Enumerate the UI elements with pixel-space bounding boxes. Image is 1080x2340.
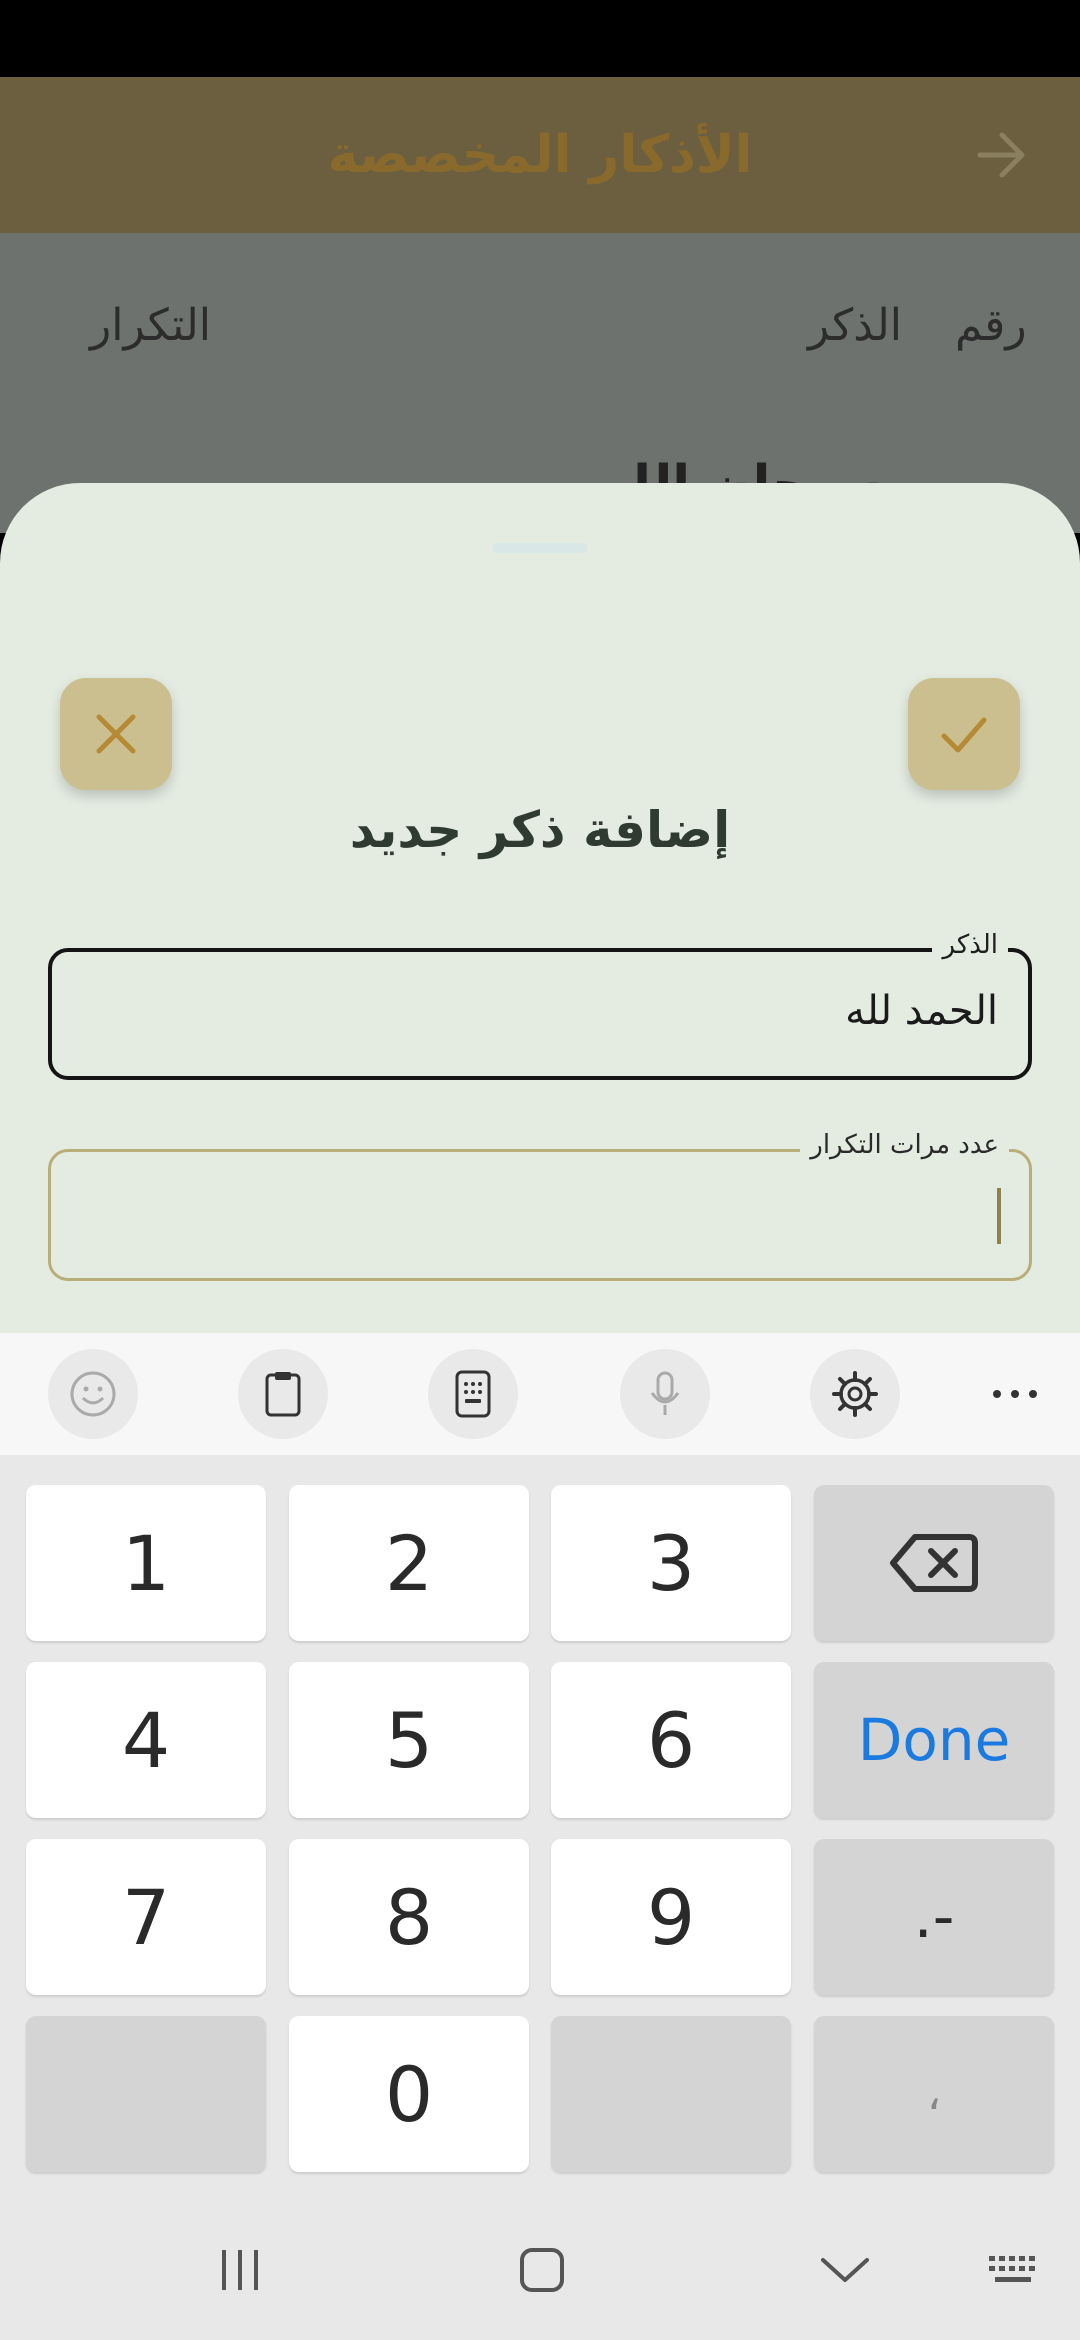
emoji-button[interactable] xyxy=(48,1349,138,1439)
app-bar: الأذكار المخصصة xyxy=(0,77,1080,233)
repeat-count-field-label: عدد مرات التكرار xyxy=(800,1130,1009,1160)
more-icon xyxy=(993,1390,1037,1398)
home-icon[interactable] xyxy=(512,2240,572,2300)
keyboard-icon[interactable] xyxy=(985,2240,1045,2300)
backspace-icon xyxy=(890,1534,978,1592)
dialog-title: إضافة ذكر جديد xyxy=(349,801,731,859)
drag-handle[interactable] xyxy=(492,543,588,553)
key-3[interactable]: 3 xyxy=(551,1485,791,1641)
blank-key-right xyxy=(551,2016,791,2172)
dhikr-field[interactable]: الذكر الحمد لله xyxy=(48,930,1032,1080)
system-nav-bar xyxy=(0,2200,1080,2340)
microphone-button[interactable] xyxy=(620,1349,710,1439)
key-2[interactable]: 2 xyxy=(289,1485,529,1641)
key-8[interactable]: 8 xyxy=(289,1839,529,1995)
clipboard-icon xyxy=(265,1372,301,1417)
key-9[interactable]: 9 xyxy=(551,1839,791,1995)
microphone-icon xyxy=(650,1371,680,1415)
repeat-count-field[interactable]: عدد مرات التكرار xyxy=(48,1130,1032,1281)
more-button[interactable] xyxy=(970,1349,1060,1439)
dhikr-field-value: الحمد لله xyxy=(845,988,998,1034)
blank-key-left xyxy=(26,2016,266,2172)
dhikr-field-label: الذكر xyxy=(932,930,1008,960)
key-5[interactable]: 5 xyxy=(289,1662,529,1818)
cancel-button[interactable] xyxy=(60,678,172,790)
key-6[interactable]: 6 xyxy=(551,1662,791,1818)
key-0[interactable]: 0 xyxy=(289,2016,529,2172)
key-7[interactable]: 7 xyxy=(26,1839,266,1995)
clipboard-button[interactable] xyxy=(238,1349,328,1439)
page-title: الأذكار المخصصة xyxy=(327,125,753,185)
settings-button[interactable] xyxy=(810,1349,900,1439)
recent-apps-icon[interactable] xyxy=(210,2240,270,2300)
numeric-keyboard: 1 2 3 4 5 6 Done 7 8 9 .- 0 ، xyxy=(0,1455,1080,2200)
key-4[interactable]: 4 xyxy=(26,1662,266,1818)
key-1[interactable]: 1 xyxy=(26,1485,266,1641)
column-header-number: رقم xyxy=(955,300,1027,351)
gear-icon xyxy=(832,1371,878,1417)
minus-dot-key[interactable]: .- xyxy=(814,1839,1054,1995)
keypad-button[interactable] xyxy=(428,1349,518,1439)
close-icon xyxy=(96,714,136,754)
chevron-down-icon[interactable] xyxy=(815,2240,875,2300)
confirm-button[interactable] xyxy=(908,678,1020,790)
column-header-dhikr: الذكر xyxy=(808,300,902,351)
comma-key[interactable]: ، xyxy=(814,2016,1054,2172)
done-key[interactable]: Done xyxy=(814,1662,1054,1818)
keyboard-toolbar xyxy=(0,1333,1080,1455)
emoji-icon xyxy=(70,1371,116,1417)
column-header-repeat: التكرار xyxy=(90,300,211,351)
keypad-icon xyxy=(455,1370,491,1418)
backspace-key[interactable] xyxy=(814,1485,1054,1641)
bottom-sheet: إضافة ذكر جديد الذكر الحمد لله عدد مرات … xyxy=(0,483,1080,1333)
status-bar xyxy=(0,0,1080,77)
back-arrow-icon[interactable] xyxy=(972,125,1032,185)
check-icon xyxy=(941,717,987,753)
text-caret xyxy=(997,1188,1001,1244)
